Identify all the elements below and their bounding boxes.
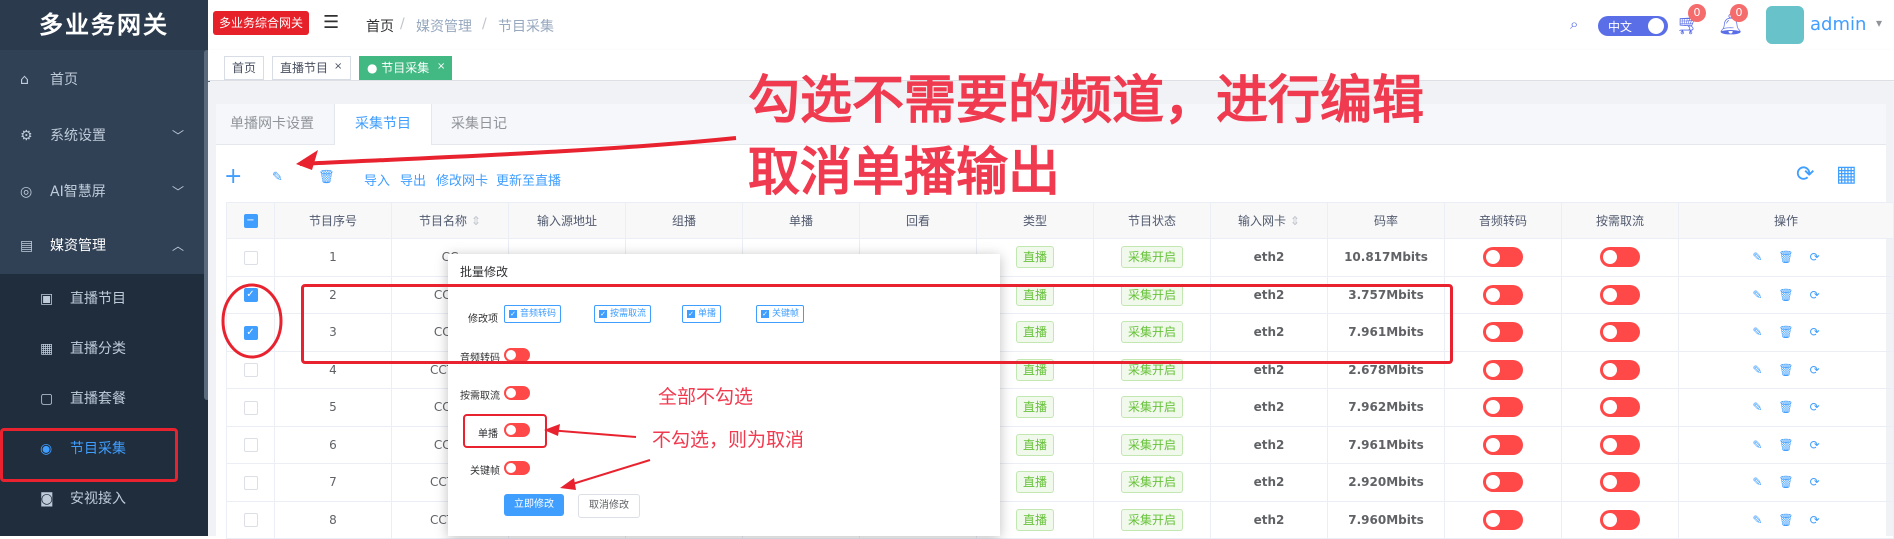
annotation-arrowhead — [560, 478, 576, 490]
annotation-arrowhead — [296, 150, 318, 170]
annotation-arrowhead — [544, 424, 560, 436]
annotation-arrow-edit — [299, 136, 737, 166]
annotation-note-cancel: 不勾选，则为取消 — [652, 429, 805, 451]
annotation-main-line2: 取消单播输出 — [748, 143, 1061, 203]
annotation-arrow-unicast — [547, 429, 637, 438]
annotation-arrow-keyframe — [565, 459, 651, 487]
annotation-circle-checkboxes — [221, 283, 283, 359]
annotation-main-line1: 勾选不需要的频道，进行编辑 — [748, 71, 1425, 131]
annotation-note-none-checked: 全部不勾选 — [658, 386, 754, 408]
